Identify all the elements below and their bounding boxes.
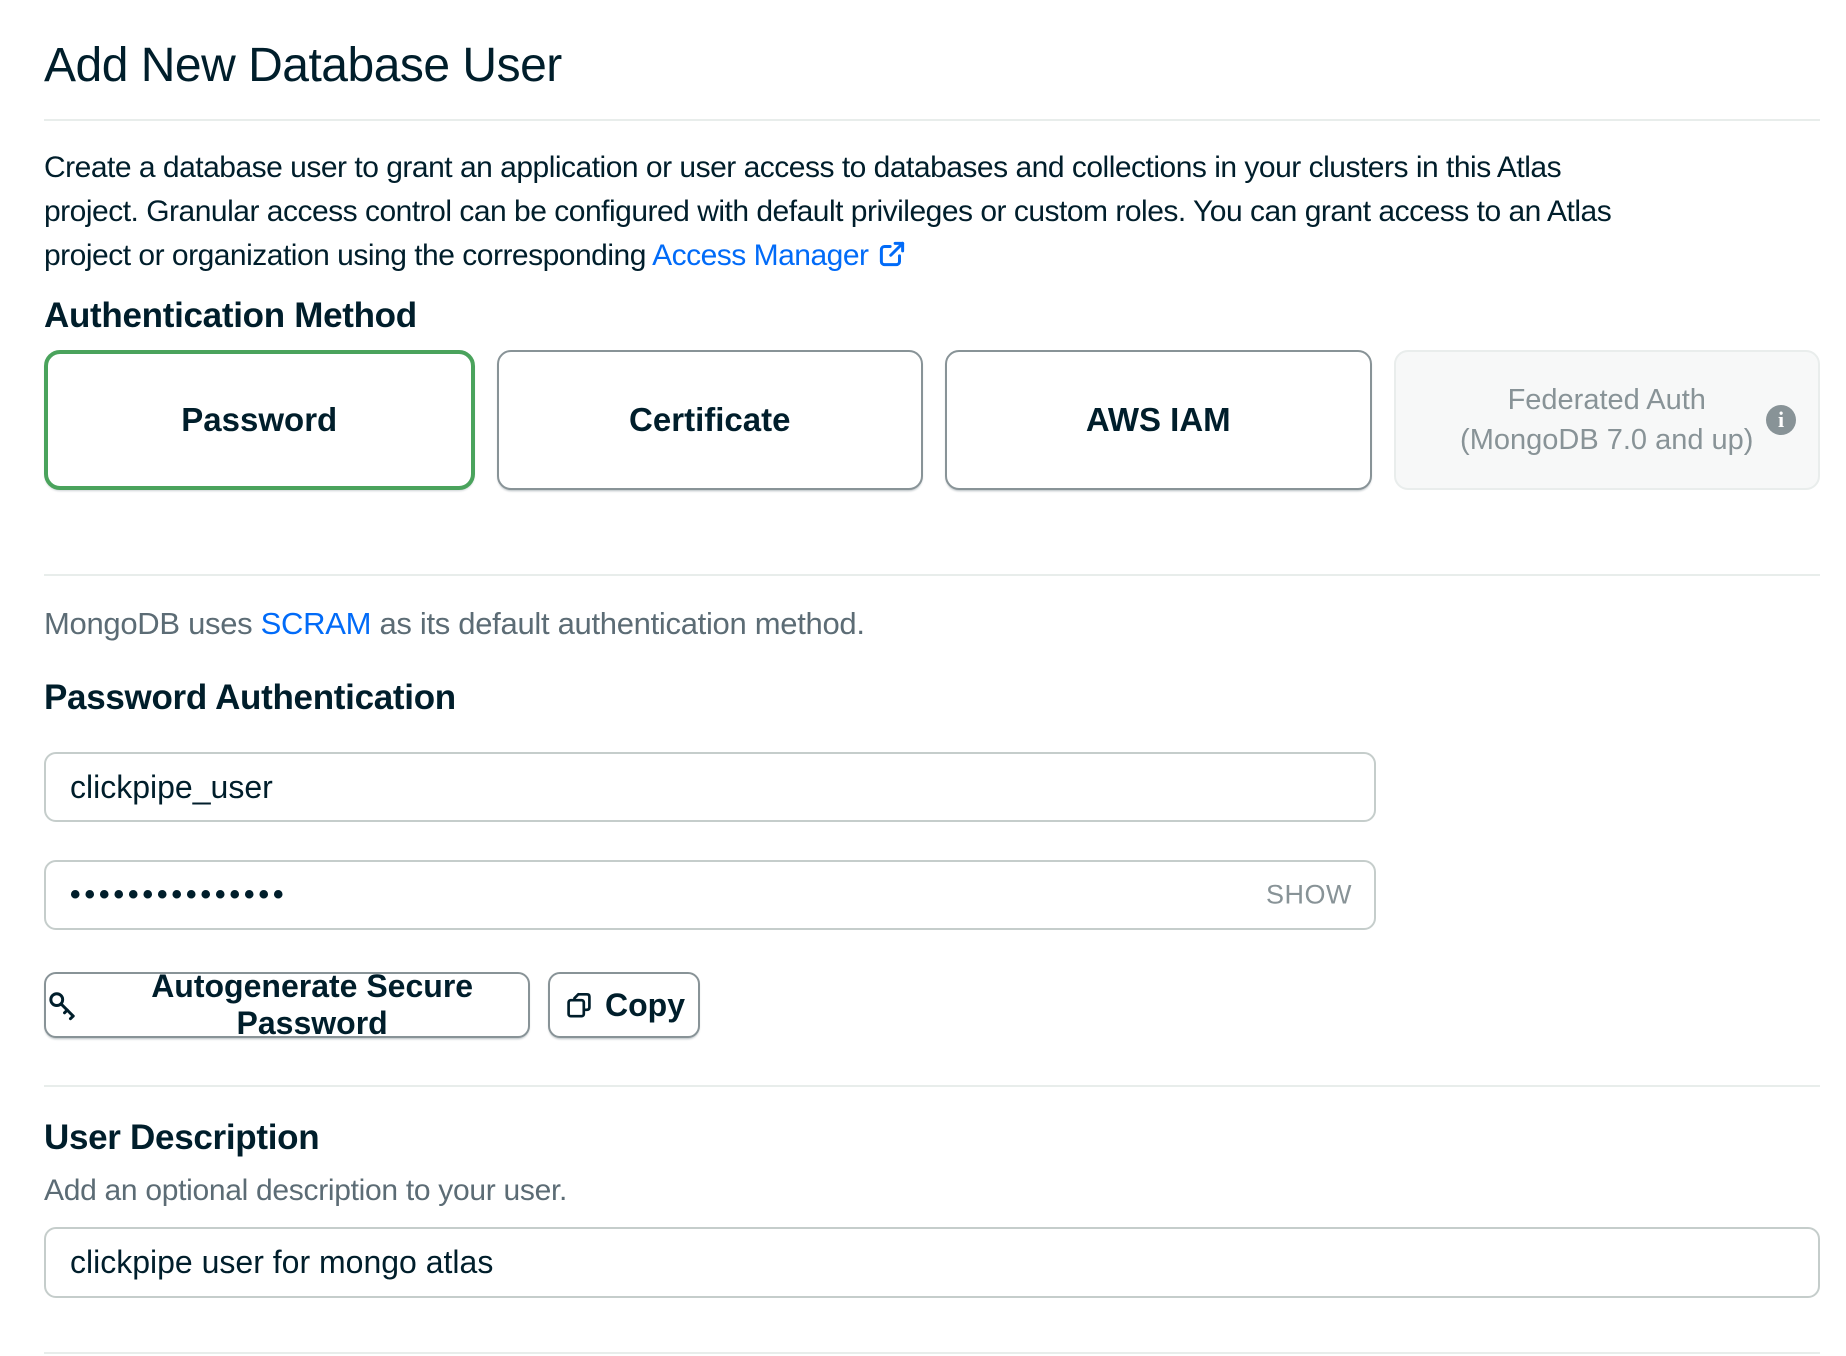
auth-option-federated-label-line2: (MongoDB 7.0 and up)	[1460, 420, 1753, 460]
auth-option-certificate-label: Certificate	[629, 401, 790, 439]
password-authentication-heading: Password Authentication	[44, 678, 456, 718]
access-manager-link[interactable]: Access Manager	[652, 239, 906, 272]
scram-link[interactable]: SCRAM	[261, 606, 371, 641]
auth-option-aws-iam-label: AWS IAM	[1086, 401, 1231, 439]
divider	[44, 119, 1820, 121]
auth-option-federated-auth: Federated Auth (MongoDB 7.0 and up) i	[1394, 350, 1821, 490]
autogenerate-password-button[interactable]: Autogenerate Secure Password	[44, 972, 530, 1038]
key-icon	[46, 987, 78, 1023]
auth-option-federated-label-line1: Federated Auth	[1508, 380, 1706, 420]
divider	[44, 1085, 1820, 1087]
external-link-icon	[877, 239, 907, 269]
copy-icon	[563, 989, 595, 1021]
auth-method-cards: Password Certificate AWS IAM Federated A…	[44, 350, 1820, 490]
page-title: Add New Database User	[44, 38, 562, 93]
info-icon[interactable]: i	[1766, 405, 1796, 435]
auth-option-aws-iam[interactable]: AWS IAM	[945, 350, 1372, 490]
scram-note: MongoDB uses SCRAM as its default authen…	[44, 606, 865, 642]
user-description-heading: User Description	[44, 1118, 319, 1158]
authentication-method-heading: Authentication Method	[44, 296, 417, 336]
copy-button[interactable]: Copy	[548, 972, 700, 1038]
show-password-button[interactable]: SHOW	[1266, 880, 1352, 911]
password-input[interactable]	[44, 860, 1376, 930]
username-input[interactable]	[44, 752, 1376, 822]
divider	[44, 574, 1820, 576]
scram-note-after: as its default authentication method.	[371, 606, 865, 641]
intro-line-1: Create a database user to grant an appli…	[44, 146, 1844, 190]
auth-option-password[interactable]: Password	[44, 350, 475, 490]
auth-option-certificate[interactable]: Certificate	[497, 350, 924, 490]
autogenerate-password-label: Autogenerate Secure Password	[96, 968, 528, 1042]
password-field: SHOW	[44, 860, 1376, 930]
divider	[44, 1352, 1820, 1354]
user-description-subtext: Add an optional description to your user…	[44, 1174, 567, 1208]
description-input[interactable]	[44, 1227, 1820, 1298]
intro-paragraph: Create a database user to grant an appli…	[44, 146, 1844, 278]
intro-line-3-text: project or organization using the corres…	[44, 239, 652, 272]
copy-label: Copy	[605, 987, 685, 1024]
intro-line-2: project. Granular access control can be …	[44, 190, 1844, 234]
auth-option-password-label: Password	[181, 401, 337, 439]
intro-line-3: project or organization using the corres…	[44, 234, 1844, 278]
scram-note-before: MongoDB uses	[44, 606, 261, 641]
